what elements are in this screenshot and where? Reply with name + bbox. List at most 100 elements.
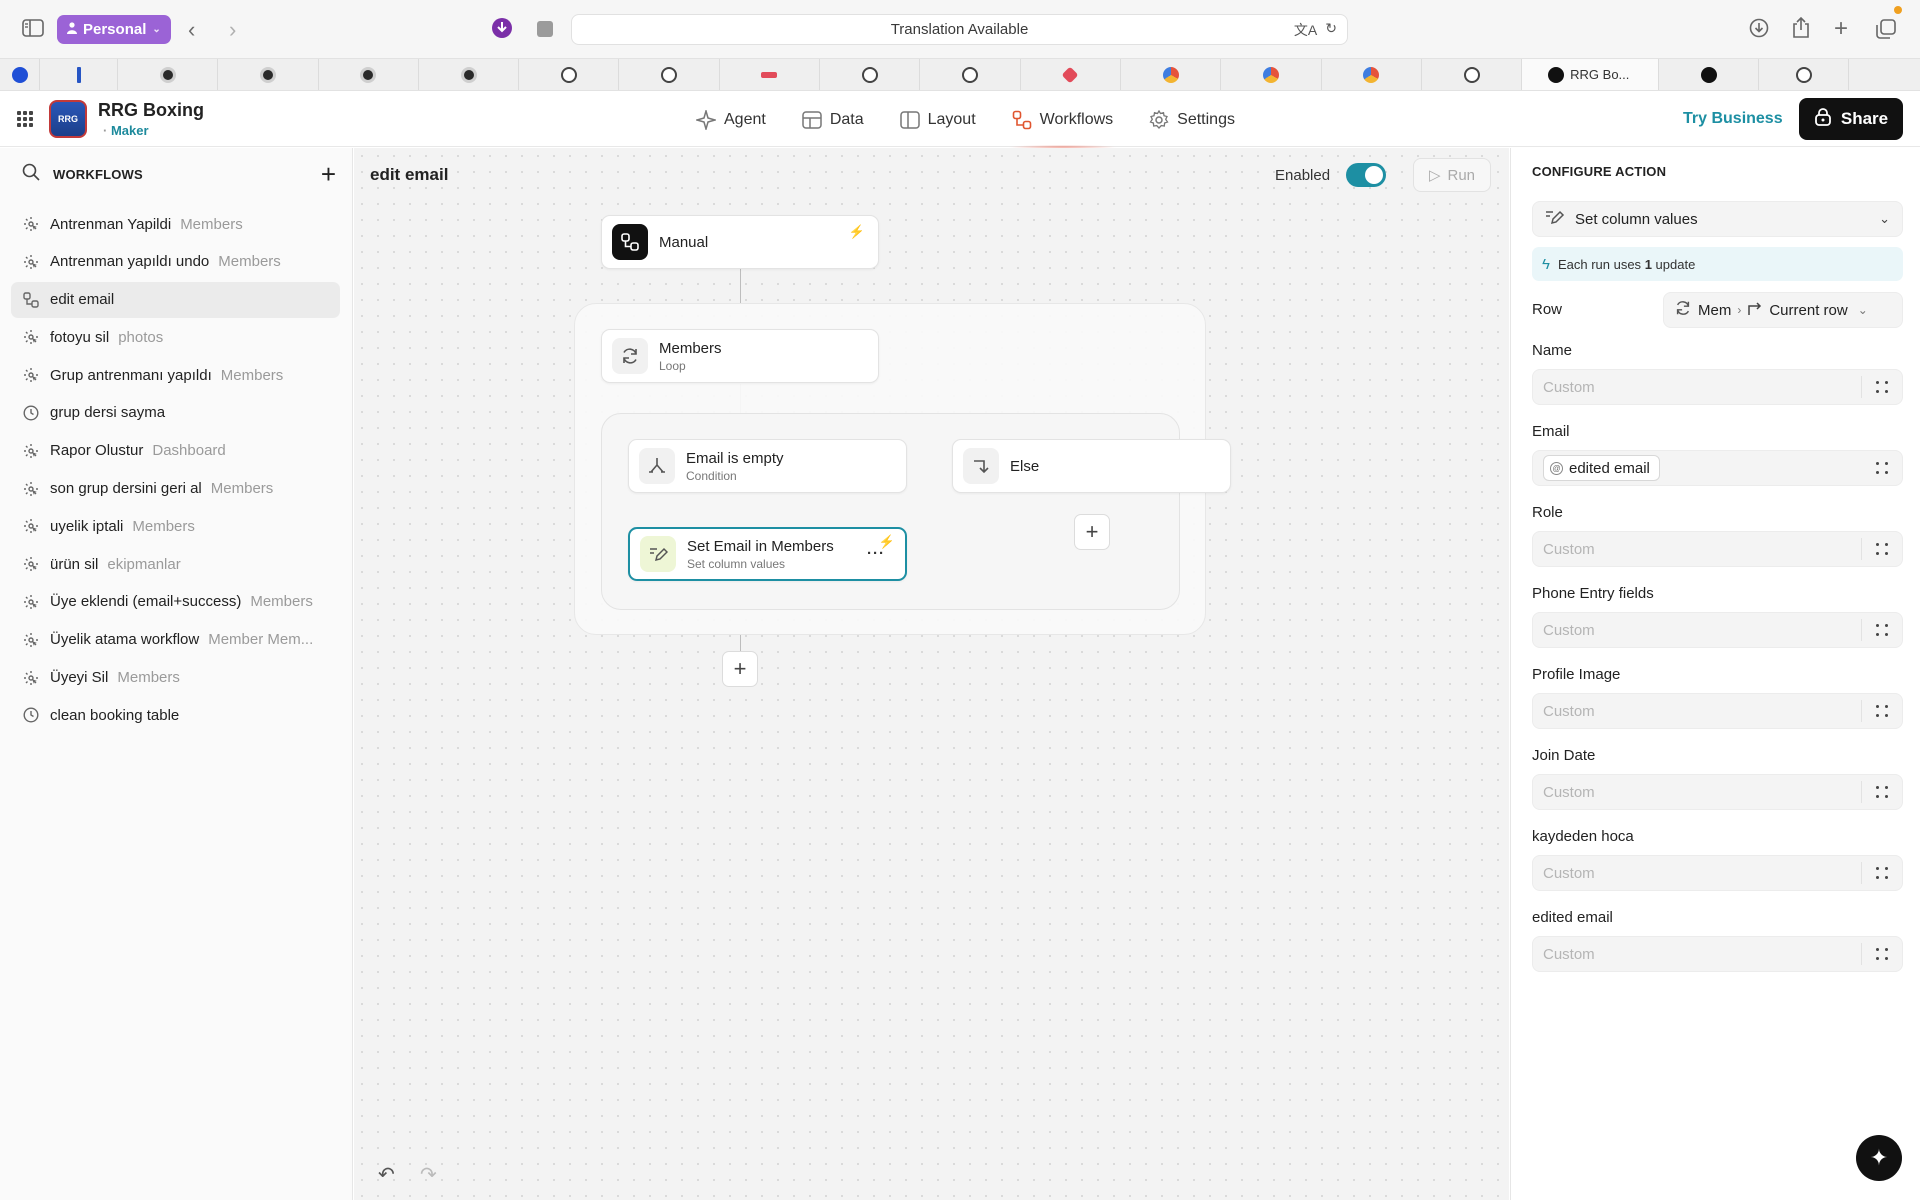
tab[interactable] <box>1759 59 1850 90</box>
sidebar-item-workflow[interactable]: Grup antrenmanı yapıldı Members <box>11 357 340 393</box>
trigger-node[interactable]: Manual ⚡ <box>601 215 879 269</box>
sidebar-item-workflow[interactable]: clean booking table <box>11 697 340 733</box>
sidebar-item-workflow[interactable]: Üyelik atama workflow Member Mem... <box>11 622 340 658</box>
favicon-icon <box>761 71 778 78</box>
value-source-icon[interactable] <box>1876 624 1888 636</box>
sidebar-item-workflow[interactable]: Üye eklendi (email+success) Members <box>11 584 340 620</box>
field-value-input[interactable]: Custom <box>1532 369 1903 405</box>
new-tab-icon[interactable]: + <box>1834 15 1848 43</box>
app-grid-icon[interactable] <box>17 111 33 127</box>
add-step-else-button[interactable]: + <box>1074 514 1110 550</box>
downloads-icon[interactable] <box>1749 18 1769 38</box>
translate-icon[interactable]: 文A <box>1294 20 1317 40</box>
tab-overview-icon[interactable] <box>1876 19 1896 39</box>
sidebar-item-workflow[interactable]: fotoyu sil photos <box>11 319 340 355</box>
field-value-input[interactable]: Custom <box>1532 612 1903 648</box>
divider <box>1861 862 1862 884</box>
extension-icon[interactable] <box>537 21 553 37</box>
tab[interactable] <box>920 59 1021 90</box>
redo-icon[interactable]: ↷ <box>420 1162 437 1187</box>
tab-layout[interactable]: Layout <box>882 92 994 147</box>
sidebar-item-workflow[interactable]: Antrenman yapıldı undo Members <box>11 244 340 280</box>
tab[interactable] <box>820 59 921 90</box>
tab[interactable] <box>1659 59 1760 90</box>
sidebar-item-workflow[interactable]: Üyeyi Sil Members <box>11 660 340 696</box>
field-value-input[interactable]: Custom <box>1532 531 1903 567</box>
search-icon[interactable] <box>22 163 42 186</box>
reload-icon[interactable]: ↻ <box>1325 20 1337 40</box>
ai-assistant-button[interactable]: ✦ <box>1856 1135 1902 1181</box>
run-button[interactable]: ▷ Run <box>1413 158 1491 192</box>
more-options-icon[interactable]: ··· <box>867 545 885 562</box>
value-source-icon[interactable] <box>1876 867 1888 879</box>
address-bar[interactable]: Translation Available 文A ↻ <box>571 14 1348 45</box>
value-source-icon[interactable] <box>1876 948 1888 960</box>
tab-settings[interactable]: Settings <box>1131 92 1253 147</box>
profile-button[interactable]: Personal ⌄ <box>57 15 171 44</box>
field-value-input[interactable]: Custom <box>1532 774 1903 810</box>
value-source-icon[interactable] <box>1876 786 1888 798</box>
share-button[interactable]: Share <box>1799 98 1903 140</box>
usage-note: ϟ Each run uses 1 update <box>1532 247 1903 281</box>
row-select[interactable]: Mem › Current row ⌄ <box>1663 292 1903 328</box>
tab[interactable] <box>619 59 720 90</box>
share-page-icon[interactable] <box>1792 16 1810 38</box>
value-source-icon[interactable] <box>1876 381 1888 393</box>
add-workflow-icon[interactable]: + <box>321 159 336 190</box>
action-node[interactable]: Set Email in Members Set column values ⚡… <box>628 527 907 581</box>
action-type-select[interactable]: Set column values ⌄ <box>1532 201 1903 237</box>
else-node[interactable]: Else <box>952 439 1231 493</box>
try-business-link[interactable]: Try Business <box>1683 110 1783 128</box>
tab[interactable] <box>519 59 620 90</box>
download-extension-icon[interactable] <box>491 17 513 39</box>
favicon-icon <box>560 66 577 83</box>
sidebar-item-workflow[interactable]: edit email <box>11 281 340 318</box>
play-icon: ▷ <box>1428 167 1441 184</box>
workflow-canvas[interactable]: edit email Enabled ▷ Run Manual ⚡ Member… <box>354 148 1509 1200</box>
condition-node[interactable]: Email is empty Condition <box>628 439 907 493</box>
value-source-icon[interactable] <box>1876 462 1888 474</box>
tab[interactable] <box>720 59 821 90</box>
sidebar-item-workflow[interactable]: grup dersi sayma <box>11 395 340 431</box>
enabled-toggle[interactable] <box>1346 163 1386 187</box>
workflow-name: Üyeyi Sil <box>50 669 109 687</box>
tab[interactable] <box>1422 59 1523 90</box>
favicon-icon <box>1262 66 1279 83</box>
enabled-label: Enabled <box>1275 167 1331 184</box>
add-step-button[interactable]: + <box>722 651 758 687</box>
sidebar-toggle-icon[interactable] <box>22 18 44 38</box>
tab-data[interactable]: Data <box>784 92 882 147</box>
tab[interactable] <box>118 59 219 90</box>
value-chip[interactable]: @ edited email <box>1543 455 1660 481</box>
sidebar-item-workflow[interactable]: son grup dersini geri al Members <box>11 471 340 507</box>
tab[interactable] <box>419 59 520 90</box>
tab[interactable] <box>1121 59 1222 90</box>
tab[interactable] <box>1021 59 1121 90</box>
field-value-input[interactable]: Custom <box>1532 936 1903 972</box>
tab-active[interactable]: RRG Bo... <box>1522 59 1660 90</box>
value-source-icon[interactable] <box>1876 705 1888 717</box>
field-value-input[interactable]: Custom <box>1532 693 1903 729</box>
sidebar-item-workflow[interactable]: Antrenman Yapildi Members <box>11 206 340 242</box>
tab[interactable] <box>40 59 118 90</box>
tab[interactable] <box>218 59 319 90</box>
tab[interactable] <box>0 59 40 90</box>
column-field: Role Custom <box>1532 504 1903 567</box>
tab-workflows[interactable]: Workflows <box>994 92 1132 149</box>
workflow-source-table: Dashboard <box>152 442 226 460</box>
tab[interactable] <box>1221 59 1322 90</box>
field-value-input[interactable]: Custom <box>1532 855 1903 891</box>
loop-node[interactable]: Members Loop <box>601 329 879 383</box>
divider <box>1861 943 1862 965</box>
value-source-icon[interactable] <box>1876 543 1888 555</box>
forward-icon[interactable]: › <box>229 17 236 43</box>
field-value-input[interactable]: @ edited email <box>1532 450 1903 486</box>
back-icon[interactable]: ‹ <box>188 17 195 43</box>
undo-icon[interactable]: ↶ <box>378 1162 395 1187</box>
tab[interactable] <box>1322 59 1422 90</box>
tab[interactable] <box>319 59 419 90</box>
sidebar-item-workflow[interactable]: uyelik iptali Members <box>11 508 340 544</box>
tab-agent[interactable]: Agent <box>678 92 784 147</box>
sidebar-item-workflow[interactable]: ürün sil ekipmanlar <box>11 546 340 582</box>
sidebar-item-workflow[interactable]: Rapor Olustur Dashboard <box>11 433 340 469</box>
